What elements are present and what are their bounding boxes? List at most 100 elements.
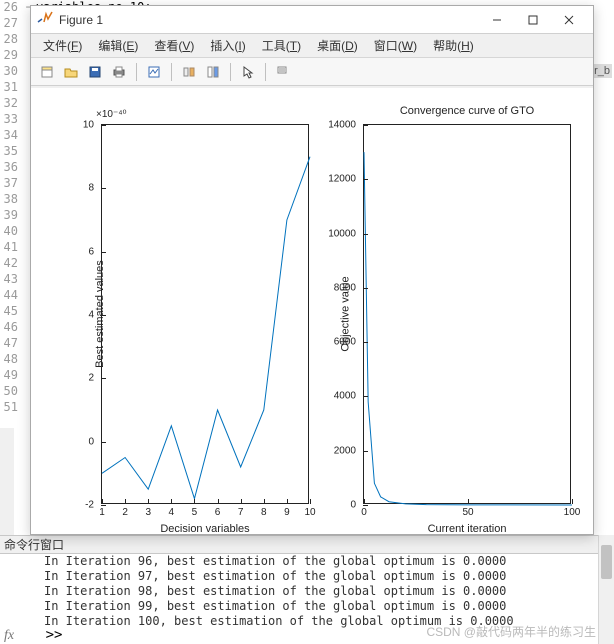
menu-3[interactable]: 插入(I) — [204, 35, 251, 56]
line-number: 51 — [0, 400, 22, 416]
command-window-scrollbar[interactable] — [598, 535, 614, 644]
menu-4[interactable]: 工具(T) — [256, 35, 307, 56]
new-figure-icon[interactable] — [36, 61, 58, 83]
subplot-right[interactable]: Convergence curve of GTO Objective value… — [363, 124, 571, 504]
bg-tag: r_b — [592, 64, 612, 78]
line-number: 48 — [0, 352, 22, 368]
minimize-button[interactable] — [479, 6, 515, 33]
axes-canvas[interactable]: ×10⁻⁴⁰ Best estimated values Decision va… — [31, 88, 593, 534]
command-prompt[interactable]: >> — [18, 627, 63, 643]
open-icon[interactable] — [60, 61, 82, 83]
x-tick-label: 2 — [122, 507, 128, 518]
line-plot-left — [102, 125, 310, 505]
menu-2[interactable]: 查看(V) — [148, 35, 200, 56]
fx-label: fx — [4, 628, 14, 643]
line-number: 32 — [0, 96, 22, 112]
menu-6[interactable]: 窗口(W) — [368, 35, 423, 56]
command-output-line: In Iteration 96, best estimation of the … — [0, 554, 598, 569]
y-tick-label: 4000 — [334, 391, 356, 402]
link-icon[interactable] — [178, 61, 200, 83]
figure-titlebar[interactable]: Figure 1 — [31, 6, 593, 34]
close-button[interactable] — [551, 6, 587, 33]
line-number: 41 — [0, 240, 22, 256]
x-tick-label: 0 — [361, 507, 367, 518]
line-number: 42 — [0, 256, 22, 272]
exponent-label: ×10⁻⁴⁰ — [96, 109, 127, 120]
x-tick-label: 7 — [238, 507, 244, 518]
command-output-line: In Iteration 98, best estimation of the … — [0, 584, 598, 599]
y-tick-label: 4 — [88, 310, 94, 321]
subplot-left[interactable]: ×10⁻⁴⁰ Best estimated values Decision va… — [101, 124, 309, 504]
line-number: 50 — [0, 384, 22, 400]
edit-plot-icon[interactable] — [143, 61, 165, 83]
y-tick-label: 12000 — [328, 174, 356, 185]
menu-1[interactable]: 编辑(E) — [92, 35, 144, 56]
save-icon[interactable] — [84, 61, 106, 83]
x-tick-label: 3 — [145, 507, 151, 518]
chart-title-right: Convergence curve of GTO — [400, 105, 534, 117]
x-tick-label: 9 — [284, 507, 290, 518]
line-number: 33 — [0, 112, 22, 128]
toolbar-separator — [230, 63, 231, 81]
y-tick-label: 2000 — [334, 445, 356, 456]
line-plot-right — [364, 125, 572, 505]
menu-0[interactable]: 文件(F) — [37, 35, 88, 56]
y-tick-label: 6 — [88, 246, 94, 257]
menu-5[interactable]: 桌面(D) — [311, 35, 364, 56]
line-number: 44 — [0, 288, 22, 304]
y-tick-label: 10 — [83, 120, 94, 131]
scrollbar-thumb[interactable] — [601, 545, 612, 579]
y-tick-label: -2 — [85, 500, 94, 511]
x-tick-label: 50 — [462, 507, 473, 518]
y-tick-label: 6000 — [334, 337, 356, 348]
figure-toolbar — [31, 58, 593, 86]
print-icon[interactable] — [108, 61, 130, 83]
line-number: 43 — [0, 272, 22, 288]
matlab-icon — [37, 10, 53, 29]
line-number: 27 — [0, 16, 22, 32]
toolbar-separator — [171, 63, 172, 81]
line-number: 37 — [0, 176, 22, 192]
y-tick-label: 14000 — [328, 120, 356, 131]
xlabel-left: Decision variables — [160, 523, 249, 535]
figure-menubar: 文件(F)编辑(E)查看(V)插入(I)工具(T)桌面(D)窗口(W)帮助(H) — [31, 34, 593, 58]
line-number: 29 — [0, 48, 22, 64]
line-number: 47 — [0, 336, 22, 352]
pointer-icon[interactable] — [237, 61, 259, 83]
line-number: 39 — [0, 208, 22, 224]
x-tick-label: 8 — [261, 507, 267, 518]
line-number: 40 — [0, 224, 22, 240]
editor-left-scroll[interactable] — [0, 428, 14, 535]
menu-7[interactable]: 帮助(H) — [427, 35, 480, 56]
line-number: 26 — [0, 0, 22, 16]
line-number: 36 — [0, 160, 22, 176]
insert-colorbar-icon[interactable] — [202, 61, 224, 83]
watermark: CSDN @敲代码两年半的练习生 — [426, 623, 596, 640]
line-number: 28 — [0, 32, 22, 48]
x-tick-label: 1 — [99, 507, 105, 518]
figure-window: Figure 1 文件(F)编辑(E)查看(V)插入(I)工具(T)桌面(D)窗… — [30, 5, 594, 535]
toolbar-separator — [136, 63, 137, 81]
figure-title: Figure 1 — [59, 13, 479, 27]
x-tick-label: 4 — [169, 507, 175, 518]
fx-icon[interactable]: fx >> — [0, 627, 62, 644]
command-window-header[interactable]: 命令行窗口 — [0, 535, 598, 554]
y-tick-label: 0 — [88, 436, 94, 447]
line-number: 46 — [0, 320, 22, 336]
line-number: 45 — [0, 304, 22, 320]
x-tick-label: 6 — [215, 507, 221, 518]
line-number: 49 — [0, 368, 22, 384]
command-output-line: In Iteration 97, best estimation of the … — [0, 569, 598, 584]
line-number: 34 — [0, 128, 22, 144]
y-tick-label: 10000 — [328, 228, 356, 239]
command-output-line: In Iteration 99, best estimation of the … — [0, 599, 598, 614]
maximize-button[interactable] — [515, 6, 551, 33]
data-cursor-icon[interactable] — [272, 61, 294, 83]
line-number: 30 — [0, 64, 22, 80]
xlabel-right: Current iteration — [428, 523, 507, 535]
x-tick-label: 100 — [564, 507, 581, 518]
toolbar-separator — [265, 63, 266, 81]
y-tick-label: 8 — [88, 183, 94, 194]
y-tick-label: 0 — [350, 500, 356, 511]
x-tick-label: 5 — [192, 507, 198, 518]
